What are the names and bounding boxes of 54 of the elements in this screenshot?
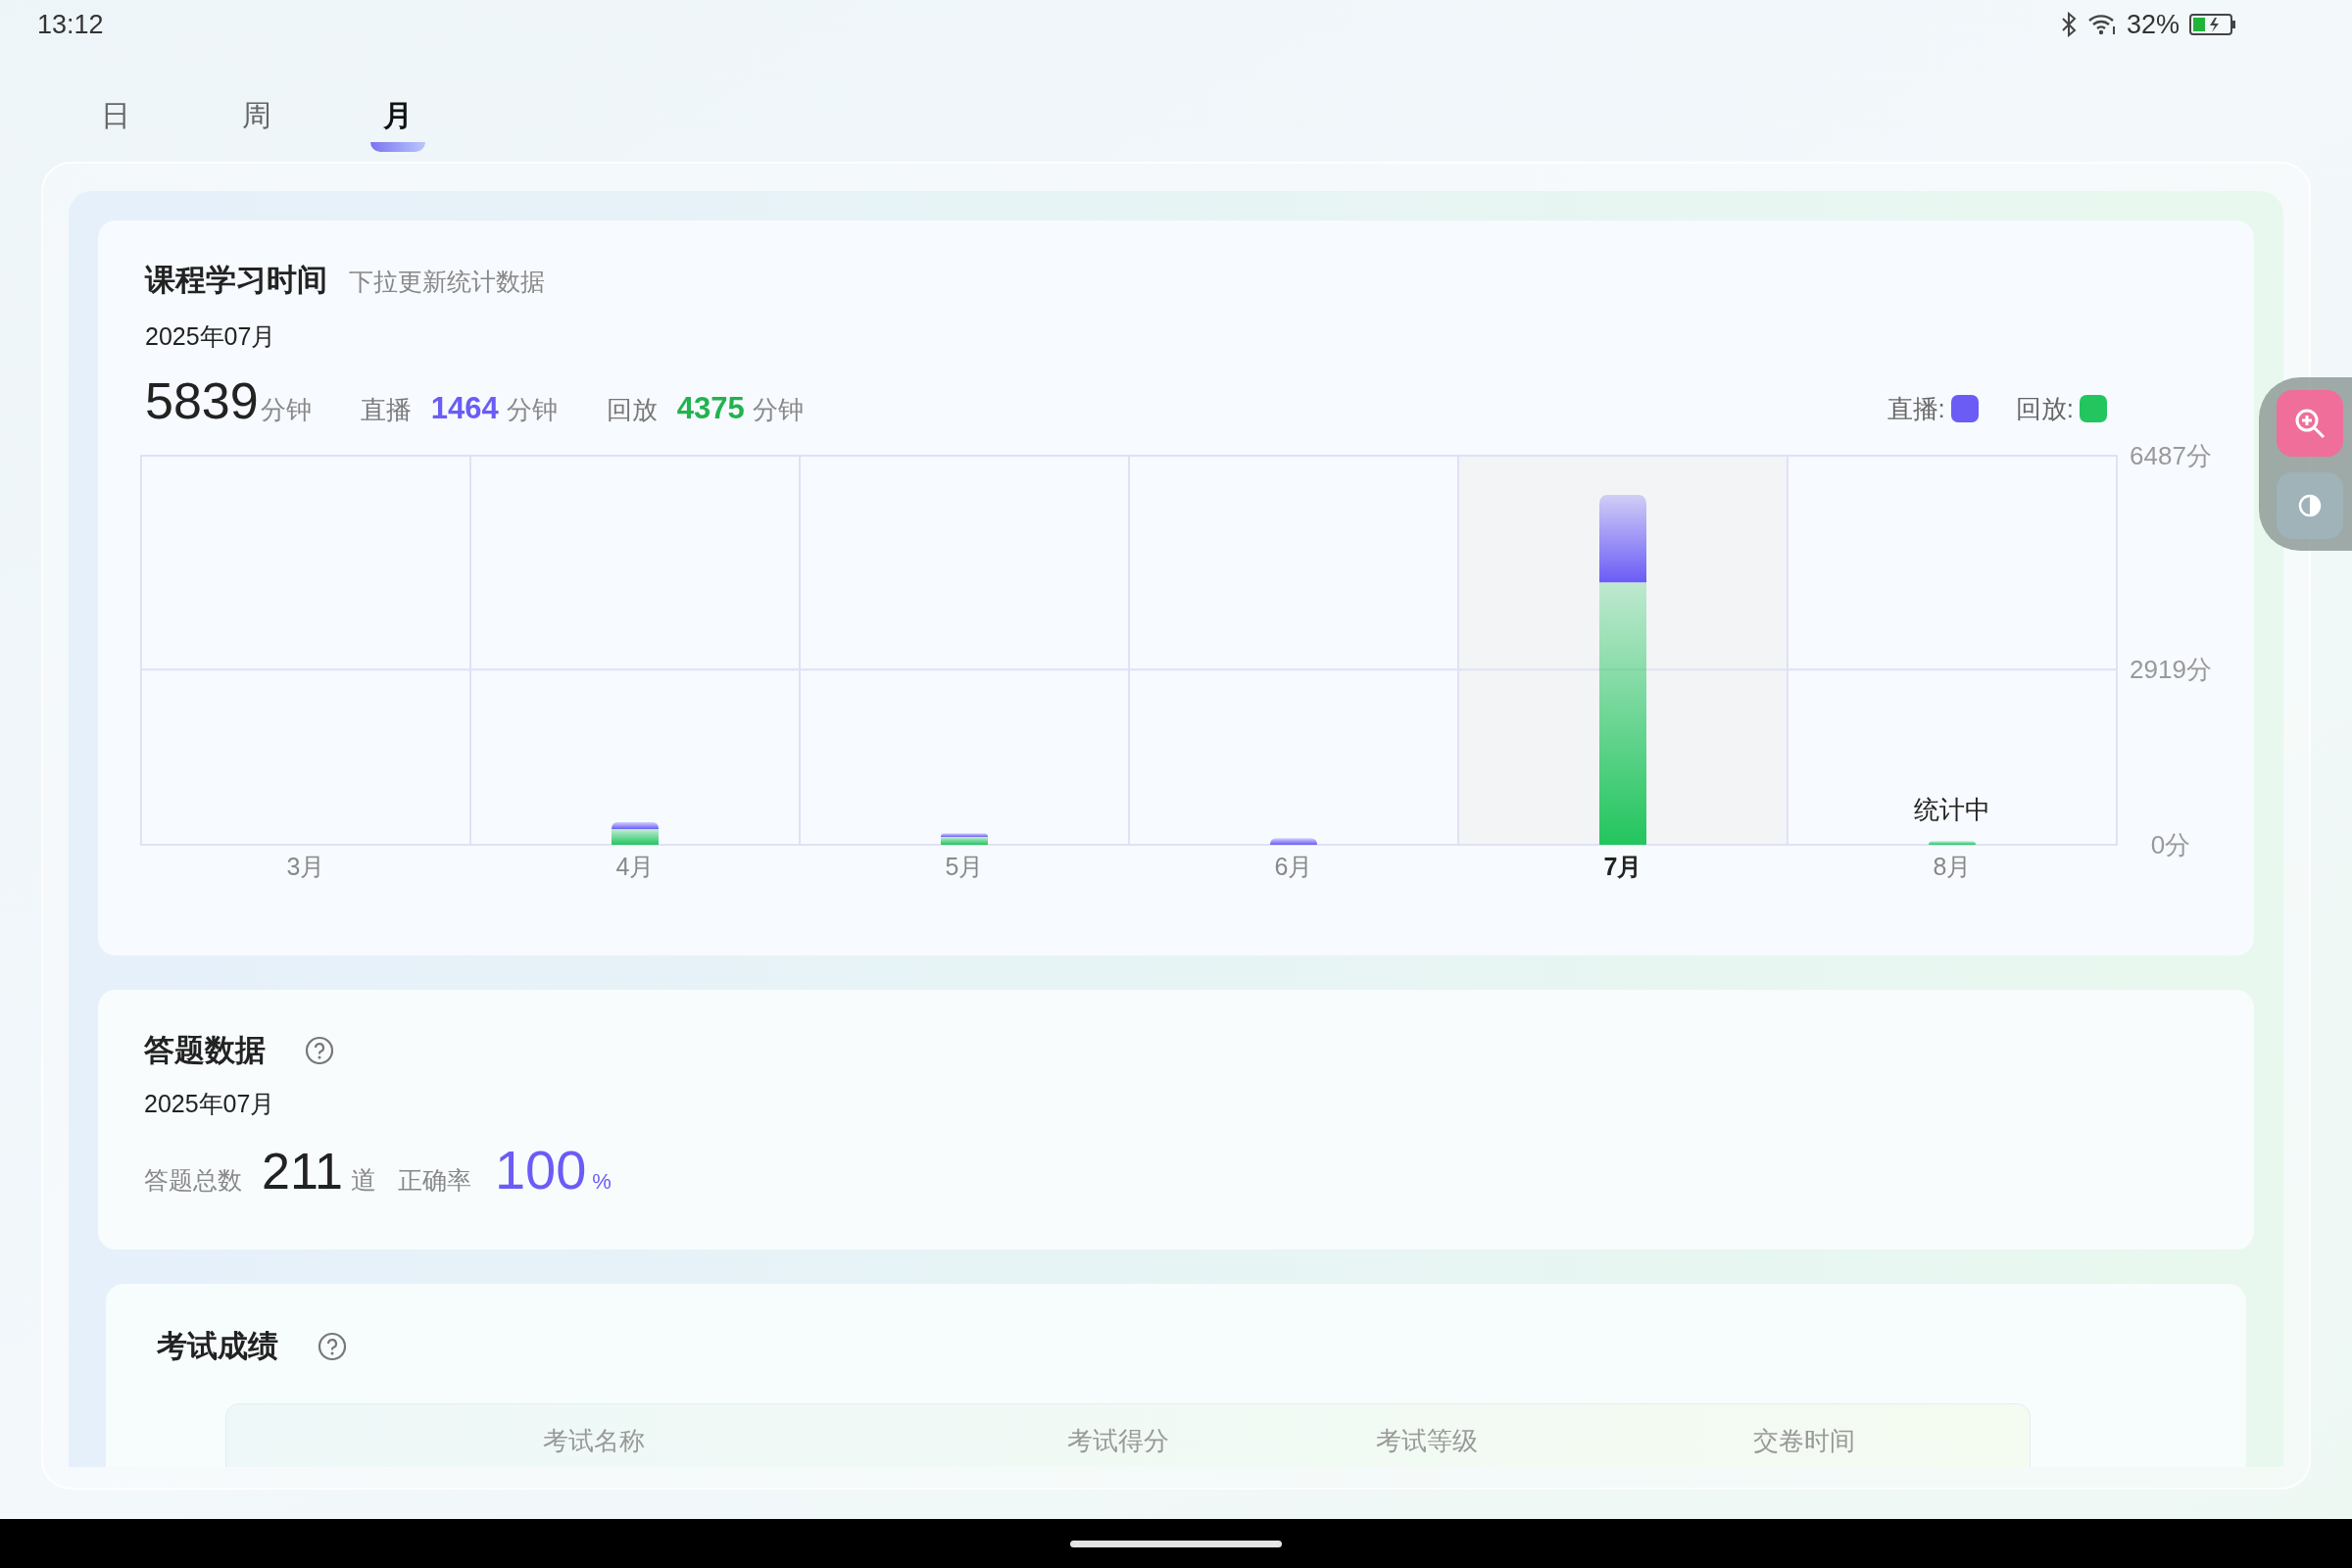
battery-icon	[2189, 13, 2236, 36]
x-axis-label[interactable]: 8月	[1933, 852, 1972, 880]
live-bar	[941, 832, 988, 837]
unit-label: 分钟	[260, 394, 312, 426]
card-title: 课程学习时间	[145, 262, 327, 299]
battery-percent: 32%	[2126, 8, 2180, 41]
unit-label: 分钟	[506, 394, 558, 426]
column-header: 考试名称	[543, 1425, 645, 1457]
replay-minutes: 4375	[676, 390, 745, 427]
date-label: 2025年07月	[145, 321, 277, 352]
help-icon[interactable]	[318, 1332, 347, 1361]
contrast-button[interactable]	[2276, 471, 2343, 539]
status-annotation: 统计中	[1914, 794, 1990, 824]
live-bar	[612, 821, 659, 829]
unit-label: 道	[350, 1163, 376, 1197]
home-indicator[interactable]	[1070, 1540, 1282, 1547]
x-axis-label[interactable]: 6月	[1274, 852, 1313, 880]
column-header: 考试等级	[1376, 1425, 1478, 1457]
x-axis-label[interactable]: 5月	[945, 852, 984, 880]
accuracy-label: 正确率	[397, 1164, 471, 1196]
card-title: 答题数据	[144, 1031, 266, 1069]
status-time: 13:12	[37, 8, 104, 41]
replay-bar	[941, 836, 988, 845]
replay-label: 回放	[606, 394, 658, 426]
live-label: 直播	[360, 394, 412, 426]
y-axis-label: 0分	[2150, 829, 2191, 859]
bluetooth-icon	[2059, 12, 2078, 37]
refresh-hint: 下拉更新统计数据	[349, 267, 545, 297]
date-label: 2025年07月	[144, 1089, 276, 1119]
legend-label: 直播:	[1886, 392, 1945, 425]
live-minutes: 1464	[430, 390, 499, 427]
x-axis-label[interactable]: 3月	[286, 852, 325, 880]
replay-bar	[1929, 840, 1976, 845]
x-axis-label[interactable]: 7月	[1603, 852, 1642, 880]
period-tab[interactable]: 月	[368, 93, 427, 156]
total-minutes: 5839	[145, 375, 259, 426]
question-count: 211	[262, 1141, 343, 1201]
card-title: 考试成绩	[157, 1327, 278, 1365]
total-label: 答题总数	[144, 1164, 242, 1196]
help-icon[interactable]	[305, 1036, 334, 1065]
unit-label: 分钟	[752, 394, 804, 426]
y-axis-label: 6487分	[2130, 440, 2212, 470]
percent-sign: %	[592, 1167, 612, 1196]
column-header: 交卷时间	[1753, 1425, 1855, 1457]
zoom-in-button[interactable]	[2276, 389, 2343, 457]
legend-label: 回放:	[2015, 392, 2074, 425]
x-axis-label[interactable]: 4月	[615, 852, 655, 880]
wifi-icon	[2086, 13, 2117, 36]
y-axis-label: 2919分	[2130, 654, 2212, 684]
live-bar	[1270, 837, 1317, 845]
column-header: 考试得分	[1067, 1425, 1169, 1457]
accuracy-value: 100	[494, 1137, 587, 1202]
period-tab[interactable]: 日	[86, 93, 145, 156]
period-tab[interactable]: 周	[227, 93, 286, 156]
